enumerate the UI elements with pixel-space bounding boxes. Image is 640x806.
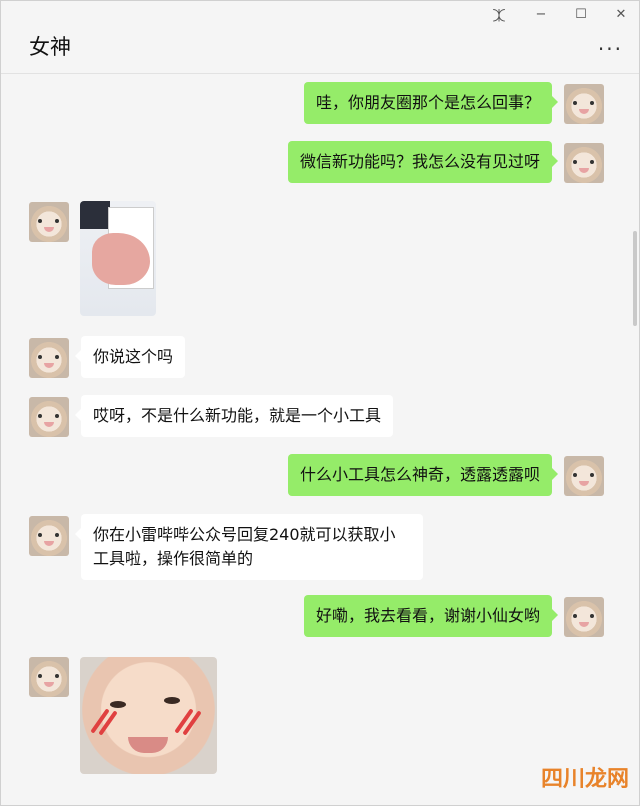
sticker-eye xyxy=(110,701,126,708)
contact-avatar[interactable] xyxy=(29,657,69,697)
contact-avatar[interactable] xyxy=(29,397,69,437)
message-bubble-sent[interactable]: 什么小工具怎么神奇，透露透露呗 xyxy=(287,454,559,496)
my-avatar[interactable] xyxy=(564,84,604,124)
contact-avatar[interactable] xyxy=(29,202,69,242)
message-line: 工具啦，操作很简单的 xyxy=(93,549,254,568)
message-bubble-received[interactable]: 你说这个吗 xyxy=(74,336,186,378)
chat-title: 女神 xyxy=(29,35,71,59)
image-message-phone-photo[interactable] xyxy=(80,201,156,316)
message-bubble-received[interactable]: 你在小雷哔哔公众号回复240就可以获取小 工具啦，操作很简单的 xyxy=(75,514,423,580)
watermark-logo: 四川龙网 xyxy=(540,766,629,792)
minimize-button[interactable]: − xyxy=(531,7,551,22)
contact-avatar[interactable] xyxy=(29,338,69,378)
image-message-baby-sticker[interactable] xyxy=(80,657,217,774)
more-options-icon[interactable]: ··· xyxy=(598,37,623,61)
my-avatar[interactable] xyxy=(564,597,604,637)
scrollbar[interactable] xyxy=(633,231,637,326)
chat-window: 女神 ⯰ − ☐ ✕ ··· 哇，你朋友圈那个是怎么回事？ 微信新功能吗？我怎么… xyxy=(0,0,640,806)
message-bubble-received[interactable]: 哎呀，不是什么新功能，就是一个小工具 xyxy=(74,395,394,437)
pin-icon[interactable]: ⯰ xyxy=(489,7,509,29)
close-button[interactable]: ✕ xyxy=(611,7,631,22)
message-bubble-sent[interactable]: 哇，你朋友圈那个是怎么回事？ xyxy=(303,82,559,124)
keyboard-image-part xyxy=(80,201,110,229)
message-bubble-sent[interactable]: 好嘞，我去看看，谢谢小仙女哟 xyxy=(303,595,559,637)
my-avatar[interactable] xyxy=(564,143,604,183)
sticker-mouth xyxy=(128,737,168,753)
sticker-eye xyxy=(164,697,180,704)
maximize-button[interactable]: ☐ xyxy=(571,7,591,22)
contact-avatar[interactable] xyxy=(29,516,69,556)
message-line: 你在小雷哔哔公众号回复240就可以获取小 xyxy=(93,525,396,544)
my-avatar[interactable] xyxy=(564,456,604,496)
message-bubble-sent[interactable]: 微信新功能吗？我怎么没有见过呀 xyxy=(287,141,559,183)
title-bar: 女神 ⯰ − ☐ ✕ ··· xyxy=(1,1,639,74)
